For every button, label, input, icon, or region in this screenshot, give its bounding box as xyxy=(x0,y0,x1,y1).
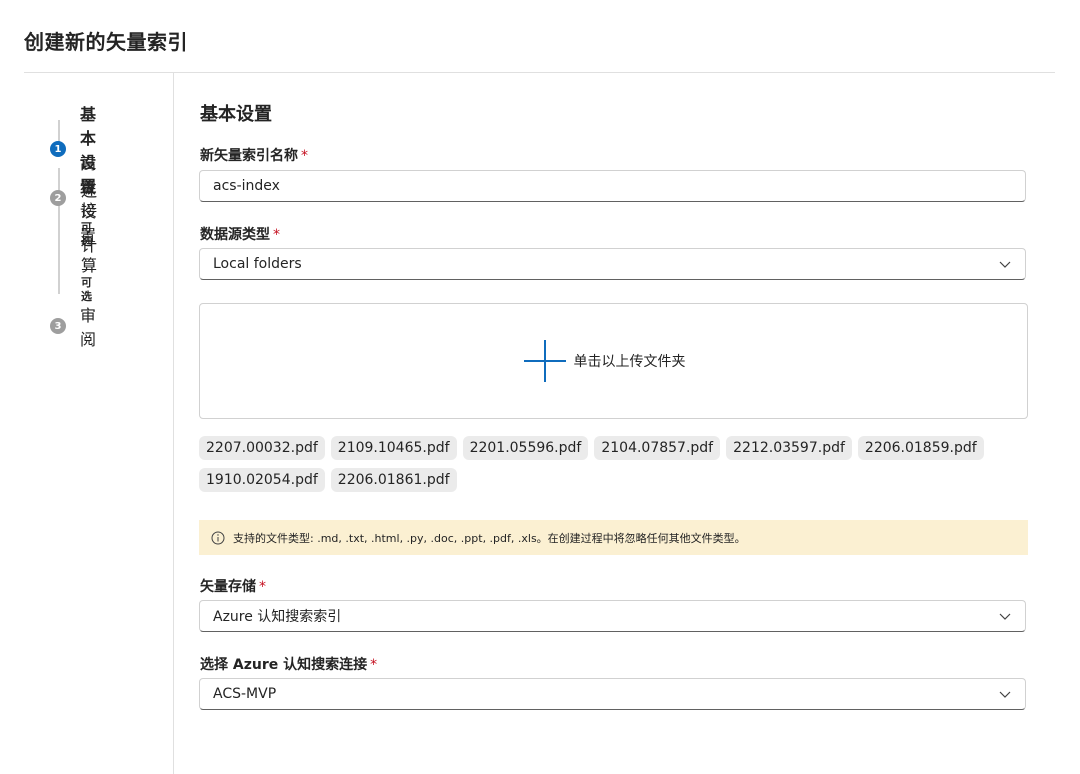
label-text: 选择 Azure 认知搜索连接 xyxy=(200,657,368,673)
file-chip[interactable]: 2207.00032.pdf xyxy=(199,436,325,460)
step-review[interactable]: 3 审阅 xyxy=(50,302,96,350)
file-type-info-bar: 支持的文件类型: .md, .txt, .html, .py, .doc, .p… xyxy=(199,520,1028,555)
label-text: 矢量存储 xyxy=(200,579,256,595)
substep-compute[interactable]: 计算 可选 xyxy=(81,236,97,304)
label-text: 数据源类型 xyxy=(200,227,270,243)
upload-inner: 单击以上传文件夹 xyxy=(522,338,686,384)
acs-connection-label: 选择 Azure 认知搜索连接 * xyxy=(200,654,377,674)
step-number: 2 xyxy=(50,190,66,206)
chevron-down-icon xyxy=(999,613,1011,620)
chevron-down-icon xyxy=(999,261,1011,268)
substep-title: 连接 xyxy=(81,181,98,220)
upload-folder-area[interactable]: 单击以上传文件夹 xyxy=(199,303,1028,419)
upload-label: 单击以上传文件夹 xyxy=(573,354,686,370)
plus-icon xyxy=(523,340,566,382)
info-icon xyxy=(211,531,225,544)
dropdown-value: ACS-MVP xyxy=(213,686,277,702)
step-label: 审阅 xyxy=(80,306,97,349)
file-chip[interactable]: 2104.07857.pdf xyxy=(594,436,721,460)
input-value: acs-index xyxy=(213,178,280,194)
acs-connection-dropdown[interactable]: ACS-MVP xyxy=(199,678,1026,710)
step-number: 3 xyxy=(50,318,66,334)
dialog-title: 创建新的矢量索引 xyxy=(24,30,188,54)
required-mark: * xyxy=(301,148,308,164)
file-chip[interactable]: 2109.10465.pdf xyxy=(330,436,457,460)
section-title: 基本设置 xyxy=(200,104,272,125)
required-mark: * xyxy=(370,657,378,673)
file-chip[interactable]: 2206.01859.pdf xyxy=(857,436,984,460)
chevron-down-icon xyxy=(999,691,1011,698)
substep-title: 计算 xyxy=(81,236,98,275)
top-divider xyxy=(24,72,1055,73)
info-text: 支持的文件类型: .md, .txt, .html, .py, .doc, .p… xyxy=(233,531,746,545)
dropdown-value: Azure 认知搜索索引 xyxy=(213,609,342,625)
index-name-label: 新矢量索引名称 * xyxy=(200,145,308,165)
index-name-input[interactable]: acs-index xyxy=(199,170,1026,202)
required-mark: * xyxy=(273,227,280,243)
file-chip-list: 2207.00032.pdf 2109.10465.pdf 2201.05596.p… xyxy=(199,436,1039,500)
file-chip[interactable]: 2206.01861.pdf xyxy=(330,468,457,492)
dropdown-value: Local folders xyxy=(213,256,302,272)
file-chip[interactable]: 1910.02054.pdf xyxy=(199,468,325,492)
required-mark: * xyxy=(259,579,266,595)
side-divider xyxy=(173,73,174,774)
datasource-type-label: 数据源类型 * xyxy=(200,224,280,244)
substep-optional: 可选 xyxy=(81,276,92,303)
vector-store-dropdown[interactable]: Azure 认知搜索索引 xyxy=(199,600,1026,632)
vector-store-label: 矢量存储 * xyxy=(200,576,266,596)
datasource-type-dropdown[interactable]: Local folders xyxy=(199,248,1026,280)
file-chip[interactable]: 2212.03597.pdf xyxy=(726,436,852,460)
label-text: 新矢量索引名称 xyxy=(200,148,298,164)
file-chip[interactable]: 2201.05596.pdf xyxy=(462,436,589,460)
